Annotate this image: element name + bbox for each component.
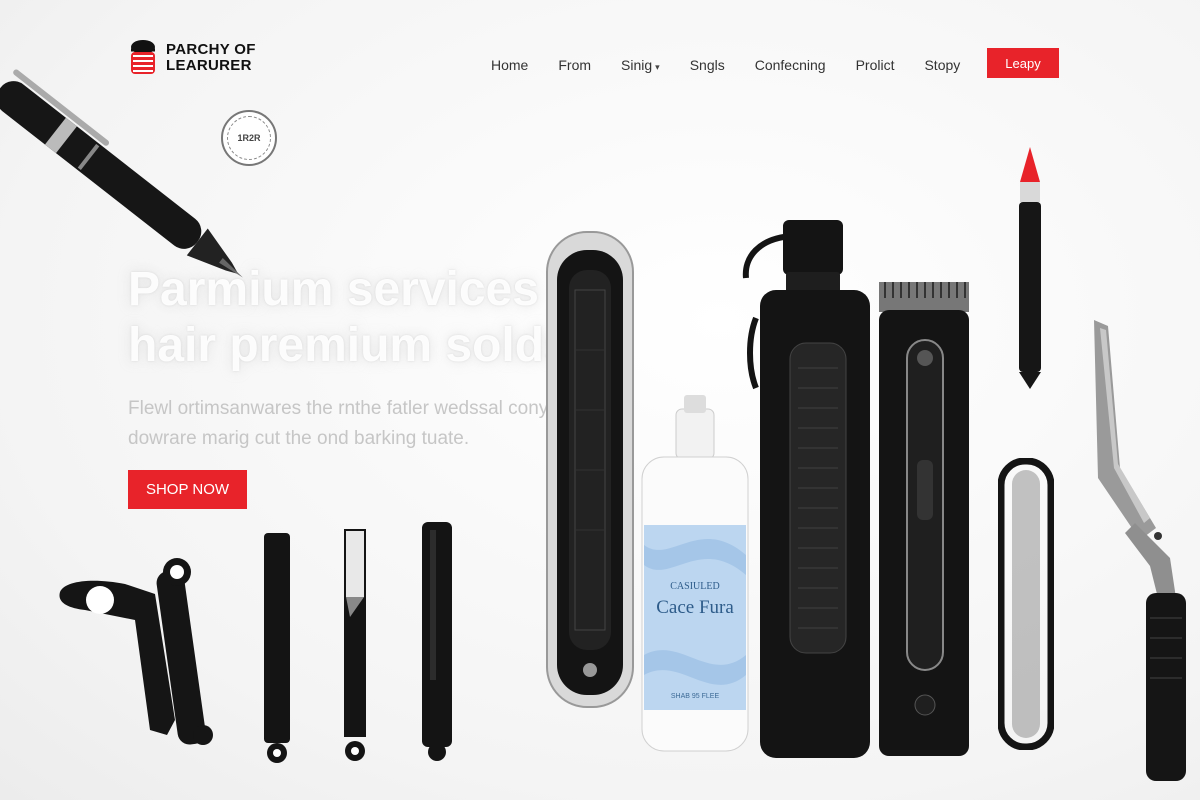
main-nav: Home From Sinig ▾ Sngls Confecning Prolic… [491, 57, 960, 73]
hero-title-line-1: Parmium services [128, 263, 539, 316]
nav-item-prolict[interactable]: Prolict [856, 57, 895, 73]
hair-trimmer-image [879, 282, 969, 756]
caret-down-icon: ▾ [655, 62, 660, 72]
band-accessory-image [998, 458, 1054, 750]
nav-item-sinig-label: Sinig [621, 57, 653, 73]
bottle-brand-label: CASIULED [670, 581, 720, 592]
header-cta-button[interactable]: Leapy [987, 48, 1059, 78]
nav-item-sngls[interactable]: Sngls [690, 57, 725, 73]
razor-handle-image [422, 522, 452, 761]
straight-razor-image [1094, 320, 1186, 781]
bottle-product-name: Cace Fura [656, 597, 734, 618]
nav-item-confecning[interactable]: Confecning [755, 57, 826, 73]
nav-item-home[interactable]: Home [491, 57, 528, 73]
hero-title: Parmium services hair premium solds [128, 262, 608, 374]
nav-item-sinig[interactable]: Sinig ▾ [621, 57, 660, 73]
shop-now-button[interactable]: SHOP NOW [128, 470, 247, 509]
silver-clipper-image [546, 231, 634, 708]
brand-line-1: PARCHY OF [166, 41, 256, 58]
nail-file-image [344, 529, 366, 761]
hero-title-line-2: hair premium solds [128, 319, 571, 372]
scissor-tool-image [59, 558, 213, 745]
comb-tool-image [264, 533, 290, 763]
red-tip-pen-image [1019, 147, 1041, 389]
nav-item-stopy[interactable]: Stopy [924, 57, 960, 73]
hero-subtitle-line-2: dowrare marig cut the ond barking tuate. [128, 428, 470, 449]
product-bottle: CASIULED Cace Fura SHAB 95 FLEE [640, 395, 750, 753]
hero-subtitle-line-1: Flewl ortimsanwares the rnthe fatler wed… [128, 398, 576, 419]
bottle-bottom-label: SHAB 95 FLEE [670, 693, 720, 700]
pump-bottle-image [742, 220, 870, 758]
nav-item-from[interactable]: From [558, 57, 591, 73]
hero-subtitle: Flewl ortimsanwares the rnthe fatler wed… [128, 394, 608, 454]
